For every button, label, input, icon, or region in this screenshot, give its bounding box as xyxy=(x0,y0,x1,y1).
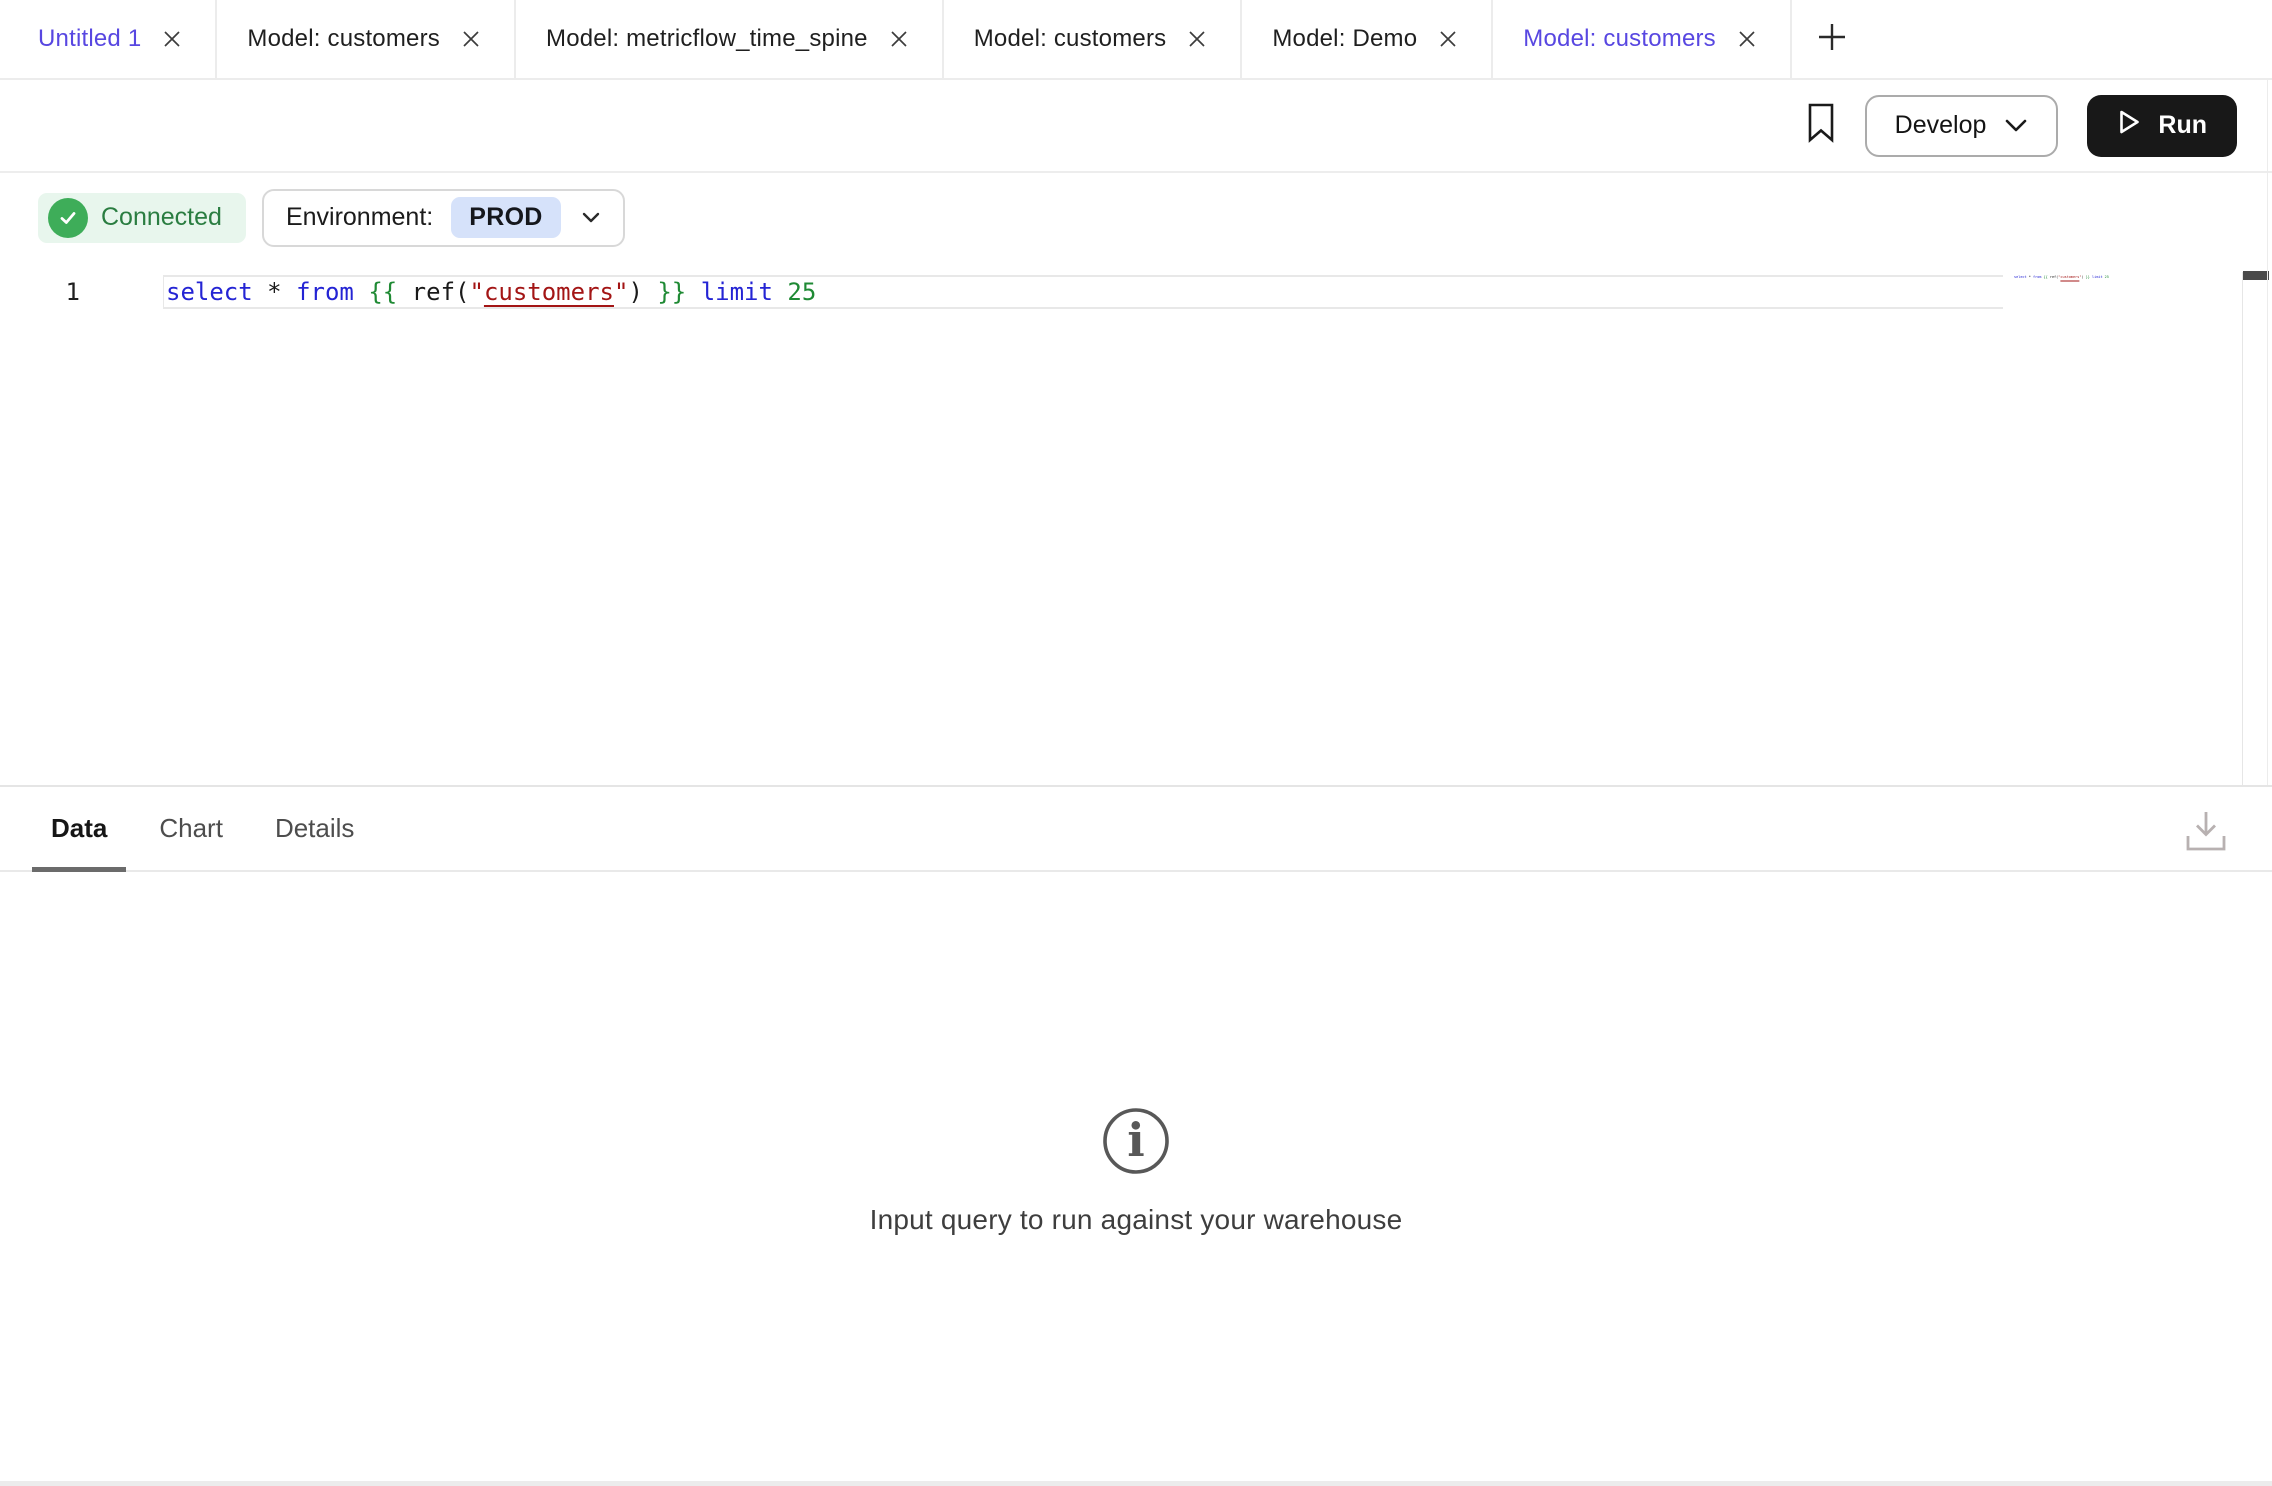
code-token xyxy=(282,278,296,306)
code-token: from xyxy=(296,278,354,306)
results-tab-chart[interactable]: Chart xyxy=(159,787,223,870)
active-line-highlight: select * from {{ ref("customers") }} lim… xyxy=(163,275,2003,309)
code-token: * xyxy=(267,278,281,306)
line-number: 1 xyxy=(0,275,80,309)
editor-tab[interactable]: Model: customers xyxy=(1493,0,1792,78)
editor-tab[interactable]: Model: metricflow_time_spine xyxy=(516,0,944,78)
code-token: limit xyxy=(701,278,773,306)
code-token xyxy=(397,278,411,306)
environment-label: Environment: xyxy=(286,203,433,232)
empty-state-message: Input query to run against your warehous… xyxy=(0,1204,2272,1236)
editor-scrollbar-thumb[interactable] xyxy=(2243,271,2269,280)
results-tab-data[interactable]: Data xyxy=(51,787,107,870)
environment-value-badge: PROD xyxy=(451,197,560,238)
results-tab-bar: Data Chart Details xyxy=(0,787,2272,872)
tab-label: Model: customers xyxy=(974,25,1167,53)
tab-label: Model: Demo xyxy=(1272,25,1417,53)
code-line[interactable]: select * from {{ ref("customers") }} lim… xyxy=(164,277,2003,307)
tab-label: Model: metricflow_time_spine xyxy=(546,25,868,53)
editor-tab[interactable]: Model: customers xyxy=(944,0,1243,78)
run-button-label: Run xyxy=(2158,111,2207,140)
close-icon[interactable] xyxy=(159,26,185,52)
develop-button[interactable]: Develop xyxy=(1865,95,2059,157)
check-icon xyxy=(48,198,88,238)
tab-label: Untitled 1 xyxy=(38,25,141,53)
editor-tab[interactable]: Model: Demo xyxy=(1242,0,1493,78)
code-token: from xyxy=(2033,275,2041,279)
code-token: " xyxy=(469,278,483,306)
code-token xyxy=(686,278,700,306)
connection-bar: Connected Environment: PROD xyxy=(0,175,2272,260)
code-token: select xyxy=(166,278,253,306)
editor-tab[interactable]: Untitled 1 xyxy=(0,0,217,78)
results-panel: DataChartDetails i Input query to r xyxy=(0,785,2272,1486)
code-token: 25 xyxy=(787,278,816,306)
plus-icon xyxy=(1814,19,1850,60)
bookmark-button[interactable] xyxy=(1799,100,1843,152)
info-icon: i xyxy=(1100,1105,1172,1182)
code-token xyxy=(253,278,267,306)
code-token xyxy=(643,278,657,306)
bookmark-icon xyxy=(1806,102,1836,149)
code-token xyxy=(354,278,368,306)
chevron-down-icon xyxy=(2004,111,2028,140)
add-tab-button[interactable] xyxy=(1792,0,1872,78)
close-icon[interactable] xyxy=(458,26,484,52)
ide-window: Untitled 1 Model: customers Model: metricf… xyxy=(0,0,2272,1486)
code-token: {{ xyxy=(368,278,397,306)
code-token: ref xyxy=(412,278,455,306)
code-token: " xyxy=(614,278,628,306)
code-token: select xyxy=(2014,275,2027,279)
code-token: 25 xyxy=(2105,275,2109,279)
environment-selector[interactable]: Environment: PROD xyxy=(262,189,625,247)
code-token: ( xyxy=(455,278,469,306)
connection-status-badge: Connected xyxy=(38,193,246,243)
code-token: ) xyxy=(628,278,642,306)
play-icon xyxy=(2117,108,2142,143)
code-token: limit xyxy=(2092,275,2103,279)
editor-scrollbar-track xyxy=(2242,272,2243,785)
code-token: }} xyxy=(657,278,686,306)
bottom-divider xyxy=(0,1481,2272,1486)
ref-link-token[interactable]: customers xyxy=(2060,275,2079,279)
chevron-down-icon xyxy=(581,211,601,224)
results-tab-details[interactable]: Details xyxy=(275,787,354,870)
close-icon[interactable] xyxy=(1435,26,1461,52)
develop-button-label: Develop xyxy=(1895,111,1987,140)
connection-status-label: Connected xyxy=(101,203,222,232)
minimap-line: select * from {{ ref("customers") }} lim… xyxy=(2013,275,2223,280)
tab-bar: Untitled 1 Model: customers Model: metricf… xyxy=(0,0,2272,80)
close-icon[interactable] xyxy=(886,26,912,52)
code-editor[interactable]: 1 select * from {{ ref("customers") }} l… xyxy=(0,260,2272,785)
empty-state: i Input query to run against your wareho… xyxy=(0,1105,2272,1236)
download-button[interactable] xyxy=(2180,809,2232,857)
ref-link-token[interactable]: customers xyxy=(484,278,614,306)
code-token xyxy=(773,278,787,306)
close-icon[interactable] xyxy=(1184,26,1210,52)
download-icon xyxy=(2180,807,2232,860)
run-button[interactable]: Run xyxy=(2087,95,2237,157)
toolbar: Develop Run xyxy=(0,80,2272,173)
svg-text:i: i xyxy=(1127,1113,1144,1167)
editor-tab[interactable]: Model: customers xyxy=(217,0,516,78)
tab-label: Model: customers xyxy=(1523,25,1716,53)
close-icon[interactable] xyxy=(1734,26,1760,52)
tab-label: Model: customers xyxy=(247,25,440,53)
editor-minimap[interactable]: select * from {{ ref("customers") }} lim… xyxy=(2013,266,2223,289)
